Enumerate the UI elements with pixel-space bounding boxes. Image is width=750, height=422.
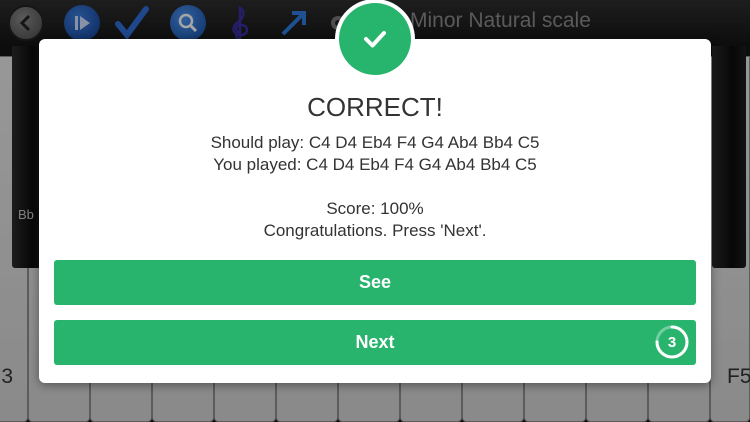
should-play-text: Should play: C4 D4 Eb4 F4 G4 Ab4 Bb4 C5 [210,133,540,152]
see-button[interactable]: See [54,260,696,305]
success-badge [335,0,415,79]
score-text: Score: 100% [326,199,424,218]
next-button-label: Next [355,332,395,352]
message-text: Congratulations. Press 'Next'. [263,221,487,240]
check-circle-icon [339,3,411,75]
next-button[interactable]: Next [54,320,696,365]
you-played-text: You played: C4 D4 Eb4 F4 G4 Ab4 Bb4 C5 [213,155,537,174]
countdown-number: 3 [667,333,677,351]
result-title: CORRECT! [307,92,443,122]
see-button-label: See [358,272,392,292]
